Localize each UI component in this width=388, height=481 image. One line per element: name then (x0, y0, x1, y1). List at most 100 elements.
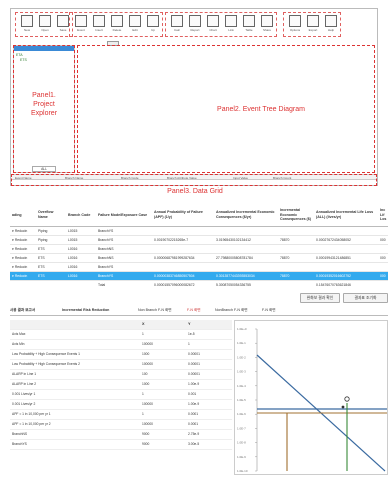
panel3-label: Panel3. Data Grid (167, 188, 223, 195)
y-tick-label: 1.0E-8 (237, 441, 246, 445)
grid-cell: 0.0001 (186, 419, 232, 430)
toolbar-chart-button[interactable]: Chart (204, 14, 222, 36)
table-cell (214, 226, 278, 236)
toolbar-insert-button[interactable]: Insert (90, 14, 108, 36)
y-tick-label: 1.0E-9 (237, 455, 246, 459)
table-cell: Piping (36, 235, 66, 245)
toolbar-new-button[interactable]: New (18, 14, 36, 36)
toolbar-button-label: Calc (173, 28, 180, 32)
event-table-header[interactable]: Inc Lif Los (378, 204, 388, 227)
grid-cell: Axis Max (10, 329, 140, 340)
list-item[interactable]: Axis Max 1 1e-5 (10, 329, 232, 340)
toolbar-open-button[interactable]: Open (36, 14, 54, 36)
event-table-header[interactable]: ading (10, 204, 36, 227)
toolbar-export-button[interactable]: Export (304, 14, 322, 36)
tab-nonbranch-fn[interactable]: Non Branch F-N 화면 (138, 306, 172, 315)
application-window: New Open Save Event Insert Delete Edit Up Calc Re… (10, 8, 378, 186)
event-table-header[interactable]: Overflow Name (36, 204, 66, 227)
table-cell: 000 (378, 271, 388, 281)
grid-cell: 9000 (140, 439, 186, 450)
grid-cell: 0.0001 (186, 409, 232, 420)
toolbar-link-button[interactable]: Link (222, 14, 240, 36)
reset-results-button[interactable]: 결과표 조기화 (343, 293, 388, 303)
list-item[interactable]: 0.001 Lives/yr 1 1 0.001 (10, 389, 232, 400)
table-row[interactable]: e Reducin ETS L0016 BranchNS (10, 244, 388, 254)
tab-report[interactable]: 사용 결과 보고서 (10, 306, 35, 315)
table-cell: L0015 (66, 226, 96, 236)
list-item[interactable]: APF = 1 in 10,000 per yr 2 100000 0.0001 (10, 419, 232, 430)
toolbar-options-button[interactable]: Options (286, 14, 304, 36)
tab-incremental-risk[interactable]: Incremental Risk Reduction (62, 306, 109, 315)
tab-nonbranch-fn-2[interactable]: NonBranch F-N 화면 (215, 306, 248, 315)
table-row[interactable]: e Reducin Piping L0015 BranchYS (10, 226, 388, 236)
tab-fn[interactable]: F-N 화면 (187, 306, 201, 315)
table-cell (378, 262, 388, 272)
table-cell: L0016 (66, 253, 96, 263)
table-cell: ETS (36, 262, 66, 272)
table-row[interactable]: e Reducin ETS L0016 BranchYS (10, 262, 388, 272)
grid-cell: BranchNS (10, 429, 140, 440)
link-icon (225, 15, 237, 27)
event-table: ading Overflow Name Branch Code Failure Mod… (10, 204, 388, 286)
table-row[interactable]: e Reducin ETS L0016 BranchYS 0.0000038374685… (10, 271, 388, 281)
event-table-header[interactable]: Annual Probability of Failure (APF) (1/y… (152, 204, 214, 227)
grid-cell: 1000 (140, 349, 186, 360)
table-cell: 000 (378, 253, 388, 263)
fn-table: XY Axis Max 1 1e-5 Axis Min 100000 1 Low Proba… (10, 320, 232, 450)
y-tick-label: 1.0E+0 (237, 327, 247, 331)
event-table-header[interactable]: Incremental Economic Consequences ($) (278, 204, 314, 227)
list-item[interactable]: ALARP in Line 2 1000 1.00e-9 (10, 379, 232, 390)
toolbar-button-label: Link (228, 28, 234, 32)
toolbar-button-label: Export (308, 28, 318, 32)
grid-cell: 100000 (140, 339, 186, 350)
table-cell (278, 280, 314, 286)
toolbar-button-label: Share (262, 28, 271, 32)
event-table-header[interactable]: Annualized Incremental Life Loss (ALL) (… (314, 204, 378, 227)
grid-cell: 0.00001 (186, 369, 232, 380)
toolbar-delete-button[interactable]: Delete (108, 14, 126, 36)
toolbar-help-button[interactable]: Help (322, 14, 340, 36)
list-item[interactable]: BranchYS 9000 3.00e-5 (10, 439, 232, 450)
table-cell: 5.30087050054336755 (214, 280, 278, 286)
check-results-button[interactable]: 완화보 결과 확인 (300, 293, 340, 303)
table-row[interactable]: e Reducin ETS L0016 BranchNS 0.0000068798199… (10, 253, 388, 263)
toolbar-button-label: Open (41, 28, 49, 32)
table-cell: BranchYS (96, 226, 152, 236)
table-cell: 0.00190702215265e-7 (152, 235, 214, 245)
toolbar-share-button[interactable]: Share (258, 14, 276, 36)
grid-cell: 1.00e-9 (186, 399, 232, 410)
toolbar-table-button[interactable]: Table (240, 14, 258, 36)
toolbar-report-button[interactable]: Report (186, 14, 204, 36)
list-item[interactable]: Low Probability + High Consequence Event… (10, 359, 232, 370)
grid-cell: ALARP in Line 2 (10, 379, 140, 390)
toolbar-event-button[interactable]: Event (72, 14, 90, 36)
grid-cell: 0.00001 (186, 359, 232, 370)
table-cell (152, 244, 214, 254)
event-table-header[interactable]: Annualized Incremental Economic Conseque… (214, 204, 278, 227)
tab-fn-2[interactable]: F-N 화면 (262, 306, 276, 315)
grid-cell: 1 (186, 339, 232, 350)
toolbar-edit-button[interactable]: Edit (126, 14, 144, 36)
list-item[interactable]: 0.001 Lives/yr 2 100000 1.00e-9 (10, 399, 232, 410)
toolbar-group-1: New Open Save (15, 12, 73, 37)
list-item[interactable]: APF = 1 in 10,000 per yr 1 1 0.0001 (10, 409, 232, 420)
grid-cell: APF = 1 in 10,000 per yr 2 (10, 419, 140, 430)
table-cell: 78870 (278, 271, 314, 281)
list-item[interactable]: ALARP in Line 1 100 0.00001 (10, 369, 232, 380)
table-row[interactable]: Total 0.00001557096000082672 5.30087050054… (10, 280, 388, 286)
table-cell: e Reducin (10, 226, 36, 236)
list-item[interactable]: BranchNS 9000 2.75e-9 (10, 429, 232, 440)
event-table-header[interactable]: Branch Code (66, 204, 96, 227)
toolbar-group-2: Event Insert Delete Edit Up (69, 12, 163, 37)
toolbar-up-button[interactable]: Up (144, 14, 162, 36)
table-cell (278, 226, 314, 236)
table-row[interactable]: e Reducin Piping L0015 BranchYS 0.0019070221… (10, 235, 388, 245)
list-item[interactable]: Low Probability + High Consequence Event… (10, 349, 232, 360)
table-cell (314, 244, 378, 254)
fn-grid-header: Y (186, 320, 232, 330)
toolbar-button-label: Options (289, 28, 301, 32)
event-table-header[interactable]: Failure Mode/Exposure Case (96, 204, 152, 227)
toolbar-calc-button[interactable]: Calc (168, 14, 186, 36)
list-item[interactable]: Axis Min 100000 1 (10, 339, 232, 350)
fn-grid-header (10, 320, 140, 330)
